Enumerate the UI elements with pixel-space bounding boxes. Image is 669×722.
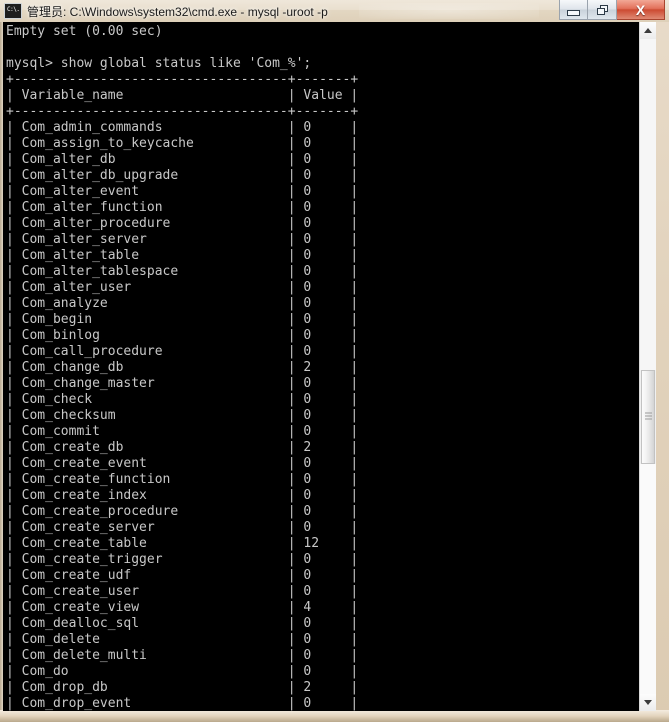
console-vertical-scrollbar[interactable] <box>639 22 656 711</box>
window-frame-right <box>663 22 669 722</box>
window-frame-bottom <box>0 710 669 722</box>
scroll-down-button[interactable] <box>640 694 656 711</box>
minimize-icon <box>567 9 580 16</box>
window-titlebar[interactable]: C:\. 管理员: C:\Windows\system32\cmd.exe - … <box>0 0 669 22</box>
restore-icon <box>596 4 608 15</box>
scroll-up-button[interactable] <box>640 22 656 39</box>
console-output-area[interactable]: Empty set (0.00 sec) mysql> show global … <box>3 22 639 711</box>
scrollbar-track-above-thumb[interactable] <box>640 39 656 370</box>
arrow-down-icon <box>644 700 652 705</box>
window-controls: X <box>559 0 665 20</box>
arrow-up-icon <box>644 28 652 33</box>
window-title: 管理员: C:\Windows\system32\cmd.exe - mysql… <box>27 4 328 19</box>
close-icon: X <box>635 1 646 18</box>
console-text: Empty set (0.00 sec) mysql> show global … <box>6 24 359 711</box>
restore-button[interactable] <box>588 0 617 20</box>
cmd-console-icon-label: C:\. <box>7 6 20 13</box>
scrollbar-grip-icon <box>645 412 652 422</box>
cmd-console-icon: C:\. <box>4 3 22 19</box>
cmd-window: C:\. 管理员: C:\Windows\system32\cmd.exe - … <box>0 0 669 722</box>
minimize-button[interactable] <box>559 0 588 20</box>
scrollbar-track-below-thumb[interactable] <box>640 464 656 694</box>
close-button[interactable]: X <box>617 0 665 20</box>
scrollbar-thumb[interactable] <box>641 370 655 464</box>
